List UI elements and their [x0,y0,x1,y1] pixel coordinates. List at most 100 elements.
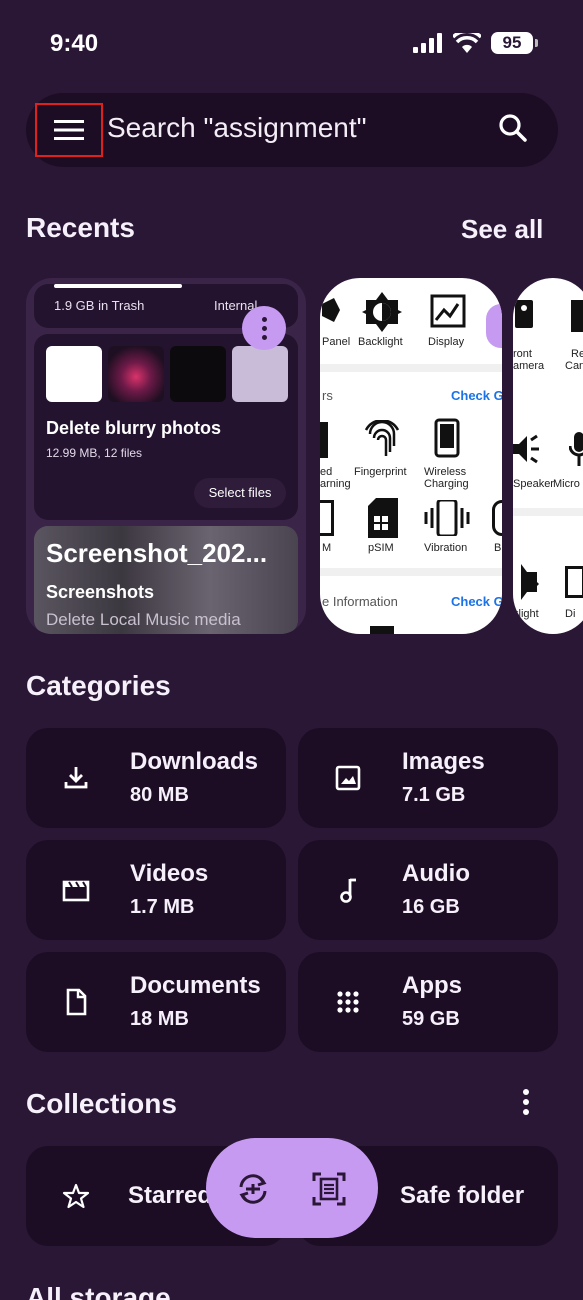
transfer-icon[interactable] [236,1172,270,1206]
vibration-icon [424,500,470,536]
scan-document-icon[interactable] [312,1172,346,1206]
microphone-icon [569,432,583,466]
trash-size: 1.9 GB in Trash [54,298,145,313]
partial-icon [320,422,328,458]
category-downloads[interactable]: Downloads 80 MB [26,728,286,828]
settings-label: Can [565,360,583,372]
document-icon [66,988,87,1016]
battery-indicator: 95 [491,32,538,54]
category-audio[interactable]: Audio 16 GB [298,840,558,940]
brightness-icon [362,292,402,332]
settings-label: Re [571,348,583,360]
screenshots-card[interactable]: Screenshot_202... Screenshots Delete Loc… [34,526,298,634]
recents-title: Recents [26,212,135,243]
all-storage-title: All storage [26,1282,171,1300]
star-icon [62,1183,90,1209]
partial-icon [571,300,583,332]
settings-label: M [322,542,332,554]
category-name: Documents [130,972,261,999]
front-camera-icon [515,300,533,328]
partial-icon [492,500,502,536]
category-size: 1.7 MB [130,896,195,918]
thumbnail [46,346,102,402]
settings-label: ed [320,466,333,478]
recent-card-settings-screenshot-2[interactable]: ront amera Re Can Speaker Micro klight D… [513,278,583,634]
music-note-icon [340,878,356,903]
hamburger-menu-icon [54,120,84,140]
partial-icon [320,500,334,536]
settings-label: klight [513,608,539,620]
fingerprint-icon [364,420,400,456]
partial-icon [565,566,583,598]
category-size: 59 GB [402,1008,460,1030]
cleanup-subtitle: 12.99 MB, 12 files [46,446,143,460]
signal-icon [413,33,442,53]
thumbnail [232,346,288,402]
divider [513,508,583,516]
category-size: 7.1 GB [402,784,466,806]
settings-label: Backlight [358,336,403,348]
category-name: Images [402,748,485,775]
category-size: 18 MB [130,1008,189,1030]
settings-label: Panel [322,336,351,348]
screenshot-filename: Screenshot_202... [46,538,268,568]
display-icon [430,294,466,328]
category-documents[interactable]: Documents 18 MB [26,952,286,1052]
category-name: Apps [402,972,462,999]
settings-label: Display [428,336,465,348]
cleanup-title: Delete blurry photos [46,418,222,438]
menu-button[interactable] [35,103,103,157]
collections-more-icon[interactable] [521,1088,531,1116]
settings-label: Wireless [424,466,467,478]
search-icon[interactable] [497,112,529,144]
category-size: 80 MB [130,784,189,806]
video-icon [62,880,90,902]
settings-label: Di [565,608,576,620]
download-icon [64,767,88,789]
delete-media-text: Delete Local Music media [46,610,241,629]
starred-label: Starred [128,1182,213,1209]
categories-title: Categories [26,670,171,701]
sim-icon [368,498,398,538]
section-heading: e Information [322,594,398,609]
recent-card-cleanup[interactable]: 1.9 GB in Trash Internal Delete blurry p… [26,278,306,634]
settings-label: Vibration [424,542,468,554]
partial-icon [370,626,394,634]
category-videos[interactable]: Videos 1.7 MB [26,840,286,940]
category-images[interactable]: Images 7.1 GB [298,728,558,828]
screenshots-folder: Screenshots [46,582,155,602]
check-link: Check G [451,388,502,403]
wifi-icon [453,33,481,53]
storage-progress [54,284,182,288]
section-heading: rs [322,388,333,403]
image-icon [335,765,361,791]
settings-label: Micro [553,478,580,490]
backlight-icon [521,564,539,600]
more-options-icon[interactable] [242,306,286,350]
divider [320,364,502,372]
settings-label: B [494,542,502,554]
category-apps[interactable]: Apps 59 GB [298,952,558,1052]
see-all-link[interactable]: See all [461,214,543,245]
divider [320,568,502,576]
safe-folder-label: Safe folder [400,1182,525,1209]
scroll-pill [486,304,502,348]
settings-label: ront [513,348,532,360]
blurry-photos-card[interactable]: Delete blurry photos 12.99 MB, 12 files … [34,334,298,520]
status-icons: 95 [413,32,538,54]
select-files-button[interactable]: Select files [194,478,286,508]
settings-label: Speaker [513,478,554,490]
apps-grid-icon [337,991,359,1013]
check-link: Check G [451,594,502,609]
wireless-charging-icon [434,418,460,458]
category-size: 16 GB [402,896,460,918]
category-name: Audio [402,860,470,887]
collections-title: Collections [26,1088,177,1119]
panel-icon [322,298,340,322]
settings-label: amera [513,360,545,372]
speaker-icon [513,434,539,464]
recent-card-settings-screenshot[interactable]: Panel Backlight Display rs Check G Finge… [320,278,502,634]
thumbnail [108,346,164,402]
search-placeholder[interactable]: Search "assignment" [107,112,367,144]
settings-label: arning [320,478,351,490]
